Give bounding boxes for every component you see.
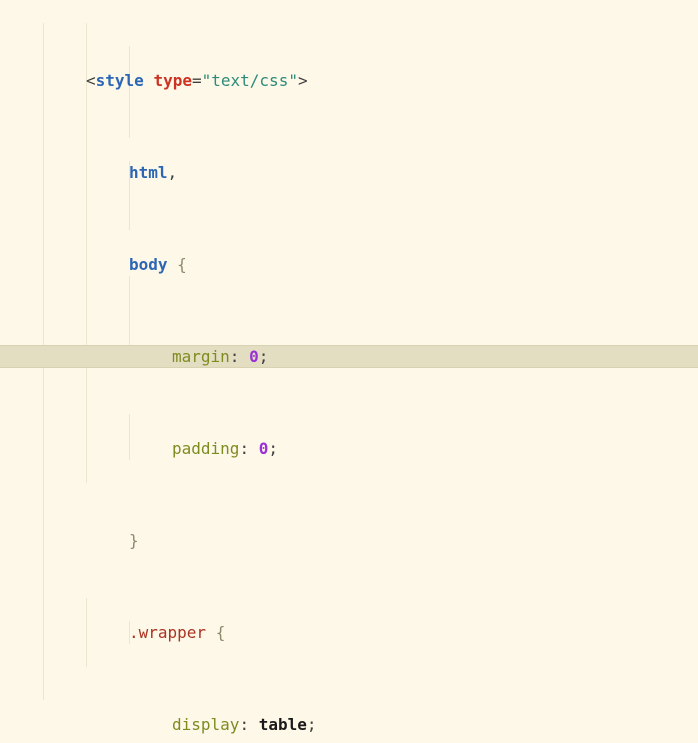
token-number: 0 [258,439,269,458]
token-brace: { [215,623,226,642]
token-brace: } [129,531,139,550]
token-selector: body [129,255,168,274]
token-comma: , [167,163,178,182]
code-line[interactable]: body { [0,253,698,276]
token-number: 0 [249,347,259,366]
token-punct: > [297,71,308,90]
code-line[interactable]: .wrapper { [0,621,698,644]
token-property: display [172,715,240,734]
token-semicolon: ; [306,715,317,734]
token-semicolon: ; [258,347,269,366]
token-brace: { [177,255,187,274]
code-line[interactable]: } [0,529,698,552]
token-colon: : [239,715,259,734]
token-selector: html [129,163,168,182]
token-semicolon: ; [268,439,278,458]
token-property: padding [172,439,240,458]
token-equals: = [191,71,202,90]
code-line[interactable]: <style type="text/css"> [0,69,698,92]
token-value: table [258,715,307,734]
token-class-selector: .wrapper [129,623,207,642]
token-colon: : [229,347,250,366]
code-editor[interactable]: <style type="text/css"> html, body { mar… [0,0,698,743]
code-line[interactable]: display: table; [0,713,698,736]
code-line[interactable]: padding: 0; [0,437,698,460]
code-line[interactable]: html, [0,161,698,184]
token-attr-value: "text/css" [201,71,298,90]
token-colon: : [239,439,259,458]
token-property: margin [172,347,230,366]
token-punct: < [86,71,96,90]
code-content[interactable]: <style type="text/css"> html, body { mar… [0,0,698,743]
token-tag-name: style [95,71,144,90]
token-attr-name: type [153,71,192,90]
code-line[interactable]: margin: 0; [0,345,698,368]
